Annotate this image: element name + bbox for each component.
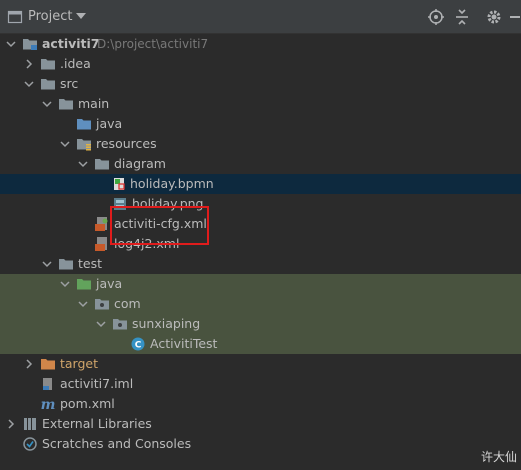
maven-icon: m <box>41 397 56 412</box>
chevron-down-icon[interactable] <box>41 98 53 110</box>
tree-item-resources[interactable]: resources <box>0 134 521 154</box>
folder-icon <box>95 159 109 170</box>
tree-item-label: com <box>114 296 141 311</box>
folder-icon <box>41 79 55 90</box>
tree-item-label: pom.xml <box>60 396 115 411</box>
tree-item-label: ActivitiTest <box>150 336 218 351</box>
tree-item-idea[interactable]: .idea <box>0 54 521 74</box>
svg-text:m: m <box>41 397 56 412</box>
chevron-down-icon[interactable] <box>5 38 17 50</box>
test-source-folder-icon <box>77 279 91 290</box>
iml-file-icon <box>43 378 52 390</box>
collapse-all-icon[interactable] <box>453 8 471 26</box>
tree-item-target[interactable]: target <box>0 354 521 374</box>
tree-item-diagram[interactable]: diagram <box>0 154 521 174</box>
tree-item-label: main <box>78 96 110 111</box>
resources-folder-icon <box>77 139 91 151</box>
tree-item-log4j2[interactable]: log4j2.xml <box>0 234 521 254</box>
tree-item-sunxiaping[interactable]: sunxiaping <box>0 314 521 334</box>
tree-item-label: resources <box>96 136 157 151</box>
tree-item-main-java[interactable]: java <box>0 114 521 134</box>
chevron-down-icon[interactable] <box>59 278 71 290</box>
project-view-title[interactable]: Project <box>28 9 72 24</box>
folder-icon <box>59 99 73 110</box>
project-root-path: D:\project\activiti7 <box>97 37 209 51</box>
tree-item-iml[interactable]: activiti7.iml <box>0 374 521 394</box>
tree-item-label: sunxiaping <box>132 316 201 331</box>
tree-item-holiday-bpmn[interactable]: holiday.bpmn <box>0 174 521 194</box>
tree-item-label: activiti7.iml <box>60 376 134 391</box>
chevron-down-icon[interactable] <box>77 298 89 310</box>
chevron-right-icon[interactable] <box>23 358 35 370</box>
project-window-icon <box>7 10 23 24</box>
svg-text:C: C <box>135 341 142 351</box>
tree-item-activiti-test[interactable]: C ActivitiTest <box>0 334 521 354</box>
project-view-dropdown-icon[interactable] <box>76 13 86 19</box>
bpmn-file-icon <box>114 178 125 190</box>
tree-item-test[interactable]: test <box>0 254 521 274</box>
tree-item-label: test <box>78 256 103 271</box>
chevron-right-icon[interactable] <box>5 418 17 430</box>
locate-icon[interactable] <box>427 8 445 26</box>
tree-item-main[interactable]: main <box>0 94 521 114</box>
tree-item-holiday-png[interactable]: holiday.png <box>0 194 521 214</box>
gear-icon[interactable] <box>485 8 503 26</box>
tree-item-test-java[interactable]: java <box>0 274 521 294</box>
tree-item-label: External Libraries <box>42 416 152 431</box>
tree-item-label: diagram <box>114 156 166 171</box>
chevron-down-icon[interactable] <box>95 318 107 330</box>
tree-item-src[interactable]: src <box>0 74 521 94</box>
project-panel-header: Project <box>0 0 521 34</box>
chevron-down-icon[interactable] <box>77 158 89 170</box>
library-icon <box>24 418 36 430</box>
module-folder-icon <box>23 39 37 50</box>
package-icon <box>113 319 127 330</box>
tree-item-label: java <box>96 116 123 131</box>
scratches-icon <box>23 437 37 451</box>
watermark-text: 许大仙 <box>481 450 518 464</box>
tree-item-activiti7[interactable]: activiti7 D:\project\activiti7 <box>0 34 521 54</box>
java-class-icon: C <box>131 337 145 351</box>
chevron-down-icon[interactable] <box>41 258 53 270</box>
tree-item-label: target <box>60 356 99 371</box>
package-icon <box>95 299 109 310</box>
project-tree: activiti7 D:\project\activiti7 .idea src… <box>0 34 521 470</box>
tree-item-pom[interactable]: m pom.xml <box>0 394 521 414</box>
folder-icon <box>41 59 55 70</box>
tree-item-com[interactable]: com <box>0 294 521 314</box>
chevron-right-icon[interactable] <box>23 58 35 70</box>
folder-icon <box>59 259 73 270</box>
tree-item-scratches[interactable]: Scratches and Consoles <box>0 434 521 454</box>
highlight-annotation-box <box>110 206 209 245</box>
excluded-folder-icon <box>41 359 55 370</box>
tree-item-label: holiday.bpmn <box>130 176 214 191</box>
source-folder-icon <box>77 119 91 130</box>
project-root-label: activiti7 <box>42 36 100 51</box>
tree-item-label: java <box>96 276 123 291</box>
tree-item-external-libraries[interactable]: External Libraries <box>0 414 521 434</box>
tree-item-label: src <box>60 76 79 91</box>
xml-file-icon <box>95 237 107 251</box>
tree-item-label: .idea <box>60 56 91 71</box>
chevron-down-icon[interactable] <box>59 138 71 150</box>
hide-icon[interactable] <box>508 8 521 26</box>
tree-item-label: Scratches and Consoles <box>42 436 192 451</box>
tree-item-activiti-cfg[interactable]: activiti-cfg.xml <box>0 214 521 234</box>
chevron-down-icon[interactable] <box>23 78 35 90</box>
spring-xml-file-icon <box>95 217 108 231</box>
